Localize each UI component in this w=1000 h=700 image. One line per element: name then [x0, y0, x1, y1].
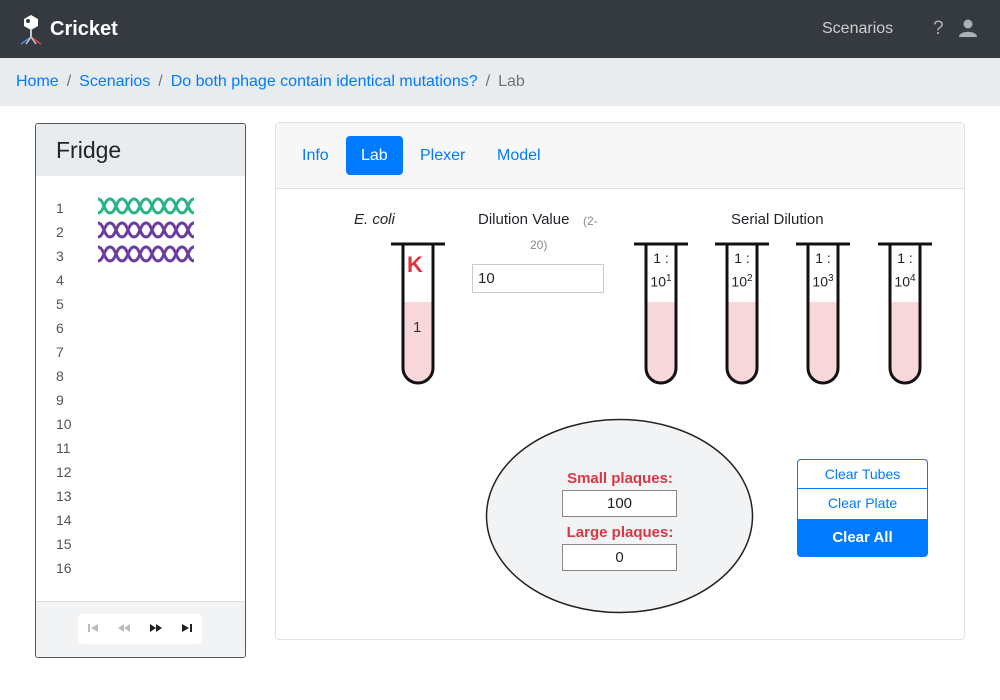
- fridge-slot-number: 15: [56, 536, 72, 552]
- dilution-factor-exponent: 4: [910, 273, 916, 284]
- user-icon[interactable]: [958, 19, 978, 42]
- phage-dna-icon[interactable]: [97, 243, 198, 270]
- dilution-tube-2[interactable]: 1 : 102: [714, 240, 770, 388]
- dilution-tube-3[interactable]: 1 : 103: [795, 240, 851, 388]
- dilution-factor-label: 103: [795, 273, 851, 290]
- breadcrumb-home[interactable]: Home: [16, 73, 59, 90]
- fridge-header: Fridge: [36, 124, 245, 176]
- dilution-value-input[interactable]: [472, 264, 604, 293]
- dilution-factor-exponent: 2: [747, 273, 753, 284]
- ecoli-label: E. coli: [354, 211, 395, 228]
- dilution-ratio-label: 1 :: [734, 250, 750, 266]
- tab-lab[interactable]: Lab: [346, 136, 403, 175]
- breadcrumb-current: Lab: [498, 73, 525, 90]
- tab-model[interactable]: Model: [482, 136, 556, 175]
- navbar: Cricket Scenarios ?: [0, 0, 1000, 58]
- brand-name: Cricket: [50, 17, 118, 40]
- clear-plate-button[interactable]: Clear Plate: [797, 489, 928, 520]
- help-icon[interactable]: ?: [933, 18, 944, 40]
- dilution-ratio-label: 1 :: [653, 250, 669, 266]
- dilution-factor-label: 101: [633, 273, 689, 290]
- dilution-factor-label: 104: [877, 273, 933, 290]
- fridge-slot-number: 10: [56, 416, 72, 432]
- first-page-icon[interactable]: [87, 622, 99, 636]
- breadcrumb-bar: Home / Scenarios / Do both phage contain ide…: [0, 58, 1000, 106]
- breadcrumb-scenarios[interactable]: Scenarios: [79, 73, 150, 90]
- fridge-slot-number: 14: [56, 512, 72, 528]
- large-plaques-label: Large plaques:: [566, 524, 674, 541]
- breadcrumb-scenario[interactable]: Do both phage contain identical mutation…: [171, 73, 478, 90]
- fridge-slot-number: 7: [56, 344, 64, 360]
- dilution-factor-base: 10: [894, 273, 910, 290]
- dilution-label: Dilution Value: [478, 211, 570, 228]
- small-plaques-label: Small plaques:: [567, 470, 673, 487]
- fridge-slot-number: 11: [56, 440, 71, 456]
- fridge-title: Fridge: [56, 137, 122, 163]
- last-page-icon[interactable]: [181, 622, 193, 636]
- fridge-slot-number: 2: [56, 224, 64, 240]
- previous-page-icon[interactable]: [117, 622, 131, 636]
- breadcrumb: Home / Scenarios / Do both phage contain ide…: [16, 73, 525, 91]
- breadcrumb-separator: /: [158, 73, 163, 90]
- large-plaques-value: 0: [562, 544, 677, 571]
- dilution-factor-base: 10: [731, 273, 747, 290]
- fridge-slot-number: 9: [56, 392, 64, 408]
- fridge-slot-number: 16: [56, 560, 72, 576]
- clear-all-button[interactable]: Clear All: [797, 519, 928, 557]
- dilution-factor-base: 10: [812, 273, 828, 290]
- ecoli-strain-label: K: [407, 252, 423, 277]
- fridge-slots: 1 2 3 4 5 6 7 8 9 10 11 12 13 14 15 16: [36, 176, 245, 601]
- card-header: Info Lab Plexer Model: [276, 123, 964, 189]
- tab-plexer[interactable]: Plexer: [405, 136, 480, 175]
- dilution-range-label: (2-: [583, 214, 598, 228]
- breadcrumb-separator: /: [66, 73, 72, 90]
- dilution-ratio-label: 1 :: [897, 250, 913, 266]
- breadcrumb-separator: /: [485, 73, 491, 90]
- tab-info[interactable]: Info: [287, 136, 344, 175]
- dilution-tube-1[interactable]: 1 : 101: [633, 240, 689, 388]
- dilution-factor-base: 10: [650, 273, 666, 290]
- ecoli-tube[interactable]: K 1: [390, 240, 446, 388]
- phage-dna-icon[interactable]: [97, 219, 198, 246]
- phage-logo-icon: [20, 15, 42, 45]
- dilution-range-label-end: 20): [530, 238, 548, 252]
- fridge-slot-number: 4: [56, 272, 64, 288]
- serial-dilution-label: Serial Dilution: [731, 211, 824, 228]
- dilution-factor-exponent: 3: [828, 273, 834, 284]
- next-page-icon[interactable]: [149, 622, 163, 636]
- fridge-panel: Fridge 1 2 3 4 5 6 7 8 9 10 11 12 13 14 15 16: [35, 123, 246, 658]
- fridge-slot-number: 12: [56, 464, 72, 480]
- fridge-slot-number: 5: [56, 296, 64, 312]
- dilution-ratio-label: 1 :: [815, 250, 831, 266]
- fridge-pager: [78, 614, 202, 644]
- phage-dna-icon[interactable]: [97, 195, 198, 222]
- dilution-tube-4[interactable]: 1 : 104: [877, 240, 933, 388]
- fridge-slot-number: 13: [56, 488, 72, 504]
- ecoli-tube-number: 1: [413, 319, 422, 336]
- fridge-slot-number: 3: [56, 248, 64, 264]
- brand-link[interactable]: Cricket: [16, 13, 118, 45]
- dilution-factor-label: 102: [714, 273, 770, 290]
- nav-scenarios-link[interactable]: Scenarios: [822, 20, 893, 38]
- small-plaques-value: 100: [562, 490, 677, 517]
- fridge-slot-number: 6: [56, 320, 64, 336]
- dilution-factor-exponent: 1: [666, 273, 672, 284]
- clear-tubes-button[interactable]: Clear Tubes: [797, 459, 928, 489]
- fridge-footer: [36, 601, 245, 657]
- fridge-slot-number: 1: [56, 200, 64, 216]
- fridge-slot-number: 8: [56, 368, 64, 384]
